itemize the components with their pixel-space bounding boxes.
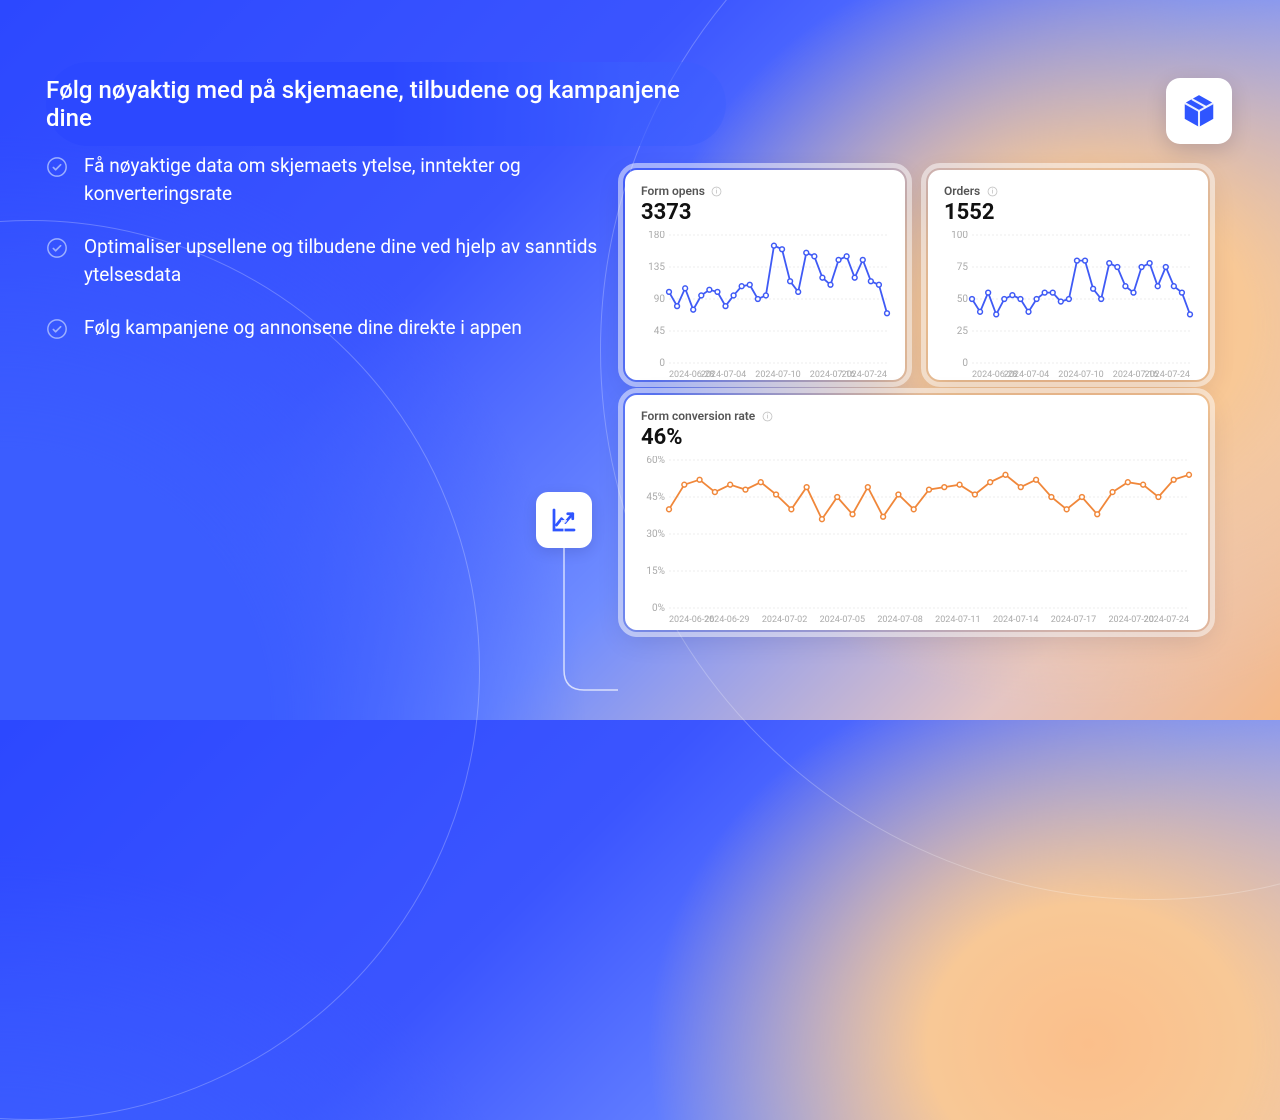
info-icon[interactable]: i	[761, 410, 773, 422]
svg-text:25: 25	[957, 326, 969, 337]
svg-text:i: i	[991, 187, 993, 195]
svg-text:0%: 0%	[652, 603, 665, 614]
info-icon[interactable]: i	[986, 185, 998, 197]
check-circle-icon	[46, 156, 68, 178]
svg-text:50: 50	[957, 294, 969, 305]
svg-text:2024-07-10: 2024-07-10	[755, 370, 800, 380]
svg-text:45: 45	[654, 326, 666, 337]
svg-text:100: 100	[951, 231, 968, 241]
feature-bullet: Optimaliser upsellene og tilbudene dine …	[46, 233, 606, 288]
orders-card: Orders i 1552 02550751002024-06-282024-0…	[928, 170, 1208, 380]
feature-bullet: Få nøyaktige data om skjemaets ytelse, i…	[46, 152, 606, 207]
svg-text:90: 90	[654, 294, 666, 305]
svg-text:0: 0	[659, 358, 665, 369]
card-title: Form conversion rate	[641, 409, 755, 423]
card-value: 1552	[944, 200, 1192, 225]
svg-text:2024-07-24: 2024-07-24	[1144, 615, 1189, 625]
feature-bullet-text: Få nøyaktige data om skjemaets ytelse, i…	[84, 152, 606, 207]
svg-text:30%: 30%	[646, 529, 665, 540]
page-title: Følg nøyaktig med på skjemaene, tilbuden…	[46, 62, 726, 146]
feature-bullet-text: Følg kampanjene og annonsene dine direkt…	[84, 314, 522, 342]
orders-line-chart: 02550751002024-06-282024-07-042024-07-10…	[944, 231, 1194, 381]
card-value: 46%	[641, 425, 1192, 450]
svg-text:2024-07-24: 2024-07-24	[1145, 370, 1190, 380]
svg-text:2024-07-08: 2024-07-08	[877, 615, 922, 625]
svg-text:15%: 15%	[646, 566, 665, 577]
info-icon[interactable]: i	[711, 185, 723, 197]
conversion-rate-line-chart: 0%15%30%45%60%2024-06-262024-06-292024-0…	[641, 456, 1193, 626]
svg-text:135: 135	[648, 262, 665, 273]
svg-text:60%: 60%	[646, 456, 665, 466]
svg-text:2024-07-14: 2024-07-14	[993, 615, 1038, 625]
form-opens-line-chart: 045901351802024-06-282024-07-042024-07-1…	[641, 231, 891, 381]
svg-text:75: 75	[957, 262, 969, 273]
feature-bullet: Følg kampanjene og annonsene dine direkt…	[46, 314, 606, 342]
svg-text:2024-07-04: 2024-07-04	[1004, 370, 1049, 380]
svg-text:i: i	[766, 412, 768, 420]
feature-bullet-list: Få nøyaktige data om skjemaets ytelse, i…	[46, 152, 606, 368]
check-circle-icon	[46, 318, 68, 340]
svg-text:i: i	[716, 187, 718, 195]
svg-text:45%: 45%	[646, 492, 665, 503]
card-title: Orders	[944, 184, 980, 198]
svg-text:0: 0	[962, 358, 968, 369]
check-circle-icon	[46, 237, 68, 259]
svg-text:2024-07-05: 2024-07-05	[820, 615, 865, 625]
svg-text:2024-07-24: 2024-07-24	[842, 370, 887, 380]
svg-text:2024-06-29: 2024-06-29	[704, 615, 749, 625]
feature-bullet-text: Optimaliser upsellene og tilbudene dine …	[84, 233, 606, 288]
svg-text:2024-07-17: 2024-07-17	[1051, 615, 1096, 625]
svg-text:180: 180	[648, 231, 665, 241]
svg-text:2024-07-02: 2024-07-02	[762, 615, 807, 625]
trend-chart-icon	[536, 492, 592, 548]
svg-text:2024-07-04: 2024-07-04	[701, 370, 746, 380]
card-title: Form opens	[641, 184, 705, 198]
svg-text:2024-07-11: 2024-07-11	[935, 615, 980, 625]
svg-text:2024-07-10: 2024-07-10	[1058, 370, 1103, 380]
package-icon	[1166, 78, 1232, 144]
form-opens-card: Form opens i 3373 045901351802024-06-282…	[625, 170, 905, 380]
conversion-rate-card: Form conversion rate i 46% 0% 15% 30% 45% 60…	[625, 395, 1208, 630]
card-value: 3373	[641, 200, 889, 225]
